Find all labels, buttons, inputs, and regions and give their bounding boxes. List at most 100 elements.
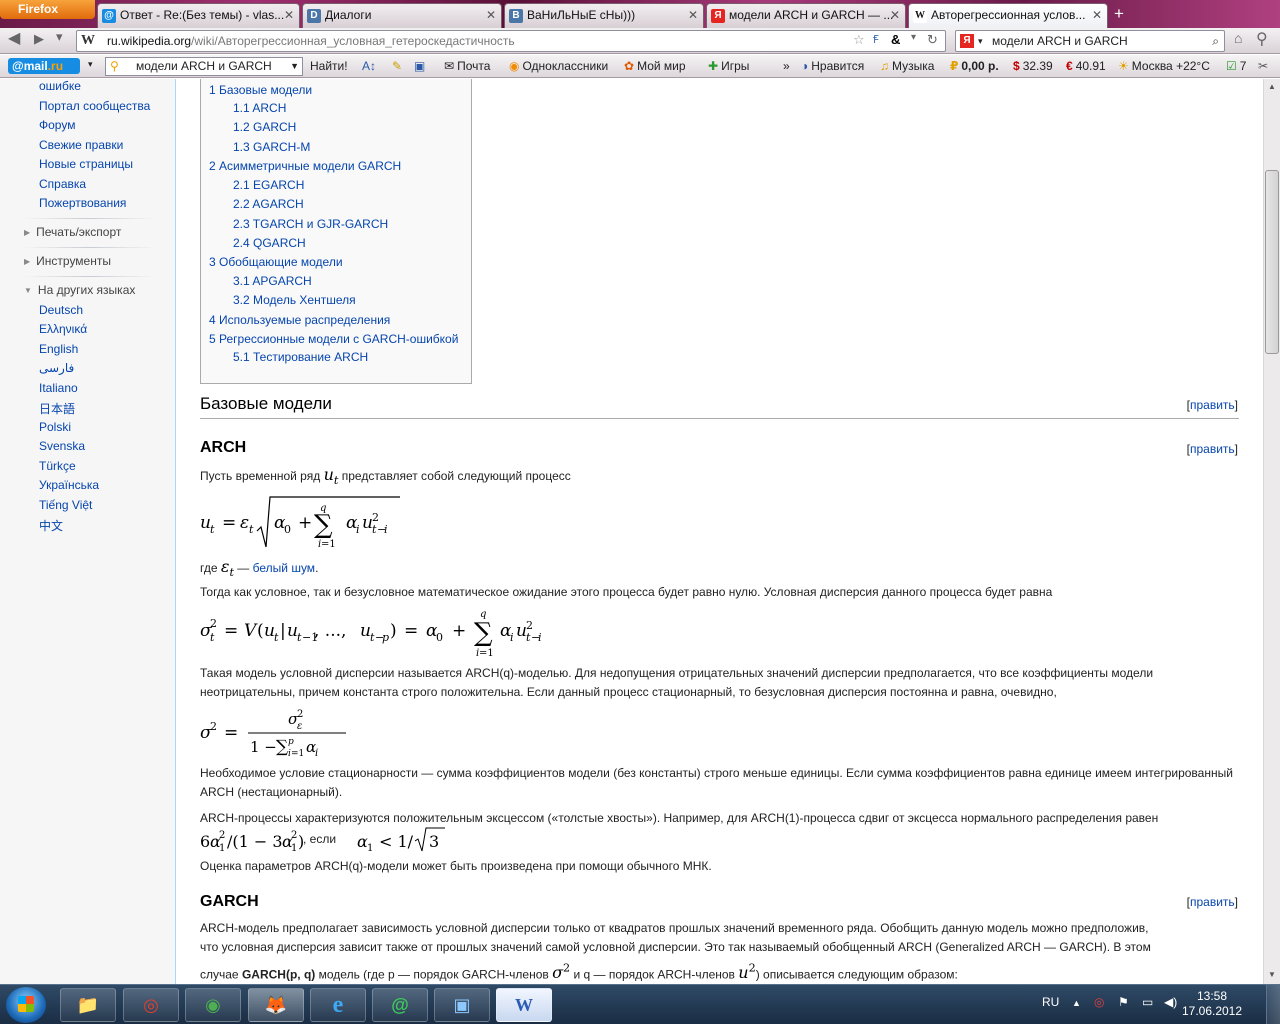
lang-link-sv[interactable]: Svenska bbox=[39, 439, 85, 453]
toc-item[interactable]: 4 Используемые распределения bbox=[209, 311, 390, 330]
mailru-logo[interactable]: @mail.ru bbox=[8, 58, 80, 74]
language-indicator[interactable]: RU bbox=[1042, 995, 1059, 1009]
chevron-down-icon[interactable]: ▾ bbox=[88, 59, 93, 70]
tab-mail-reply[interactable]: @ Ответ - Re:(Без темы) - vlas... ✕ bbox=[97, 3, 300, 28]
toc-item[interactable]: 2.3 TGARCH и GJR-GARCH bbox=[233, 215, 388, 234]
scroll-down-arrow-icon[interactable]: ▼ bbox=[1264, 967, 1280, 983]
lang-link-zh[interactable]: 中文 bbox=[39, 517, 63, 534]
lang-link-vi[interactable]: Tiếng Việt bbox=[39, 498, 92, 512]
lang-link-de[interactable]: Deutsch bbox=[39, 303, 83, 317]
screenshot-icon[interactable]: ▣ bbox=[414, 59, 425, 75]
like-link[interactable]: ◑ Нравится bbox=[801, 59, 864, 75]
start-button[interactable] bbox=[6, 987, 46, 1023]
new-tab-button[interactable]: + bbox=[1114, 5, 1130, 23]
mailru-search-input[interactable]: ⚲ модели ARCH и GARCH ▼ bbox=[105, 57, 303, 76]
edit-link-garch[interactable]: [править] bbox=[1187, 893, 1238, 912]
toc-item[interactable]: 5 Регрессионные модели с GARCH-ошибкой bbox=[209, 330, 458, 349]
tab-yandex-search[interactable]: Я модели ARCH и GARCH — ... ✕ bbox=[706, 3, 906, 28]
scrollbar-thumb[interactable] bbox=[1265, 170, 1279, 354]
toc-item[interactable]: 1.1 ARCH bbox=[233, 99, 286, 118]
sidebar-section-print[interactable]: ▶ Печать/экспорт bbox=[24, 225, 121, 239]
lang-link-ja[interactable]: 日本語 bbox=[39, 400, 75, 417]
taskbar-explorer[interactable]: 📁 bbox=[60, 988, 116, 1022]
toc-item[interactable]: 3.2 Модель Хентшеля bbox=[233, 291, 356, 310]
edit-link-basic[interactable]: [править] bbox=[1187, 396, 1238, 415]
games-link[interactable]: ✚ Игры bbox=[708, 59, 749, 75]
toc-item[interactable]: 3 Обобщающие модели bbox=[209, 253, 343, 272]
toolbar-settings-icon[interactable]: ✂ bbox=[1258, 59, 1268, 75]
font-size-icon[interactable]: A↕ bbox=[362, 59, 376, 75]
toc-item[interactable]: 2.4 QGARCH bbox=[233, 234, 306, 253]
sidebar-link-donate[interactable]: Пожертвования bbox=[39, 196, 126, 210]
odnoklassniki-link[interactable]: ◉ Одноклассники bbox=[509, 59, 608, 75]
scroll-up-arrow-icon[interactable]: ▲ bbox=[1264, 79, 1280, 95]
sidebar-link-new-pages[interactable]: Новые страницы bbox=[39, 157, 133, 171]
lang-link-el[interactable]: Ελληνικά bbox=[39, 322, 87, 336]
tab-dialogs[interactable]: D Диалоги ✕ bbox=[302, 3, 502, 28]
sidebar-link-recent-changes[interactable]: Свежие правки bbox=[39, 138, 123, 152]
yandex-icon[interactable]: Я bbox=[960, 34, 974, 48]
weather-widget[interactable]: ☀ Москва +22°C bbox=[1118, 59, 1210, 75]
edit-label[interactable]: править bbox=[1190, 398, 1235, 412]
taskbar-picture-viewer[interactable]: ▣ bbox=[434, 988, 490, 1022]
lang-link-pl[interactable]: Polski bbox=[39, 420, 71, 434]
firefox-menu-button[interactable]: Firefox bbox=[0, 0, 95, 19]
forward-arrow-icon[interactable]: ▶ bbox=[34, 31, 44, 47]
taskbar-mail-agent[interactable]: @ bbox=[372, 988, 428, 1022]
my-world-link[interactable]: ✿ Мой мир bbox=[624, 59, 686, 75]
taskbar-firefox[interactable]: 🦊 bbox=[248, 988, 304, 1022]
music-link[interactable]: ♫ Музыка bbox=[880, 59, 934, 75]
vertical-scrollbar[interactable]: ▲ ▼ bbox=[1263, 79, 1280, 984]
url-bar[interactable]: W ru.wikipedia.org/wiki/Авторегрессионна… bbox=[76, 30, 946, 52]
show-hidden-icons-icon[interactable]: ▲ bbox=[1072, 998, 1081, 1008]
toc-item[interactable]: 5.1 Тестирование ARCH bbox=[233, 348, 368, 367]
tab-vanilla[interactable]: B ВаНиЛьНыЕ сНы))) ✕ bbox=[504, 3, 704, 28]
taskbar-internet-explorer[interactable]: e bbox=[310, 988, 366, 1022]
lang-link-tr[interactable]: Türkçe bbox=[39, 459, 76, 473]
close-icon[interactable]: ✕ bbox=[1092, 4, 1102, 27]
taskbar-word[interactable]: W bbox=[496, 988, 552, 1022]
highlighter-icon[interactable]: ✎ bbox=[392, 59, 402, 75]
edit-label[interactable]: править bbox=[1190, 442, 1235, 456]
network-icon[interactable]: ▭ bbox=[1142, 995, 1153, 1009]
mail-link[interactable]: ✉ Почта bbox=[444, 59, 490, 75]
sidebar-section-languages[interactable]: ▼ На других языках bbox=[24, 283, 135, 297]
search-input[interactable]: модели ARCH и GARCH bbox=[992, 34, 1128, 48]
white-noise-link[interactable]: белый шум bbox=[253, 561, 315, 575]
taskbar-icq[interactable]: ◉ bbox=[185, 988, 241, 1022]
toc-item[interactable]: 1.3 GARCH-M bbox=[233, 138, 310, 157]
balance-widget[interactable]: ₽0,00 р. bbox=[950, 59, 999, 75]
antivirus-icon[interactable]: ◎ bbox=[1094, 995, 1104, 1009]
close-icon[interactable]: ✕ bbox=[486, 4, 496, 27]
sidebar-link-forum[interactable]: Форум bbox=[39, 118, 75, 132]
lang-link-it[interactable]: Italiano bbox=[39, 381, 78, 395]
chevron-down-icon[interactable]: ▾ bbox=[978, 31, 983, 51]
toc-item[interactable]: 2.1 EGARCH bbox=[233, 176, 304, 195]
chevron-down-icon[interactable]: ▼ bbox=[290, 58, 299, 75]
toc-item[interactable]: 2.2 AGARCH bbox=[233, 195, 304, 214]
site-identity-icon[interactable]: W bbox=[81, 33, 97, 49]
usd-rate-widget[interactable]: $32.39 bbox=[1013, 59, 1053, 75]
toc-item[interactable]: 3.1 APGARCH bbox=[233, 272, 312, 291]
close-icon[interactable]: ✕ bbox=[890, 4, 900, 27]
taskbar-chrome[interactable]: ◎ bbox=[123, 988, 179, 1022]
home-icon[interactable]: ⌂ bbox=[1234, 30, 1242, 46]
dropmarker-icon[interactable]: ▾ bbox=[911, 32, 916, 43]
close-icon[interactable]: ✕ bbox=[284, 4, 294, 27]
lang-link-en[interactable]: English bbox=[39, 342, 78, 356]
star-bookmark-icon[interactable]: ☆ bbox=[853, 32, 865, 48]
sidebar-link-community-portal[interactable]: Портал сообщества bbox=[39, 99, 150, 113]
sidebar-section-tools[interactable]: ▶ Инструменты bbox=[24, 254, 111, 268]
find-button[interactable]: Найти! bbox=[306, 57, 354, 76]
search-bar[interactable]: Я ▾ модели ARCH и GARCH ⌕ bbox=[955, 30, 1225, 52]
show-desktop-button[interactable] bbox=[1266, 985, 1280, 1024]
notifications-widget[interactable]: ☑ 7 bbox=[1226, 59, 1246, 75]
dropdown-history-icon[interactable]: ▾ bbox=[56, 29, 63, 45]
edit-link-arch[interactable]: [править] bbox=[1187, 440, 1238, 459]
sidebar-link-help[interactable]: Справка bbox=[39, 177, 86, 191]
search-icon[interactable]: ⌕ bbox=[1212, 31, 1219, 51]
toc-item[interactable]: 2 Асимметричные модели GARCH bbox=[209, 157, 401, 176]
back-arrow-icon[interactable]: ◀ bbox=[8, 28, 20, 48]
sidebar-link-error[interactable]: ошибке bbox=[39, 79, 81, 93]
more-chevron-button[interactable]: » bbox=[783, 59, 790, 75]
